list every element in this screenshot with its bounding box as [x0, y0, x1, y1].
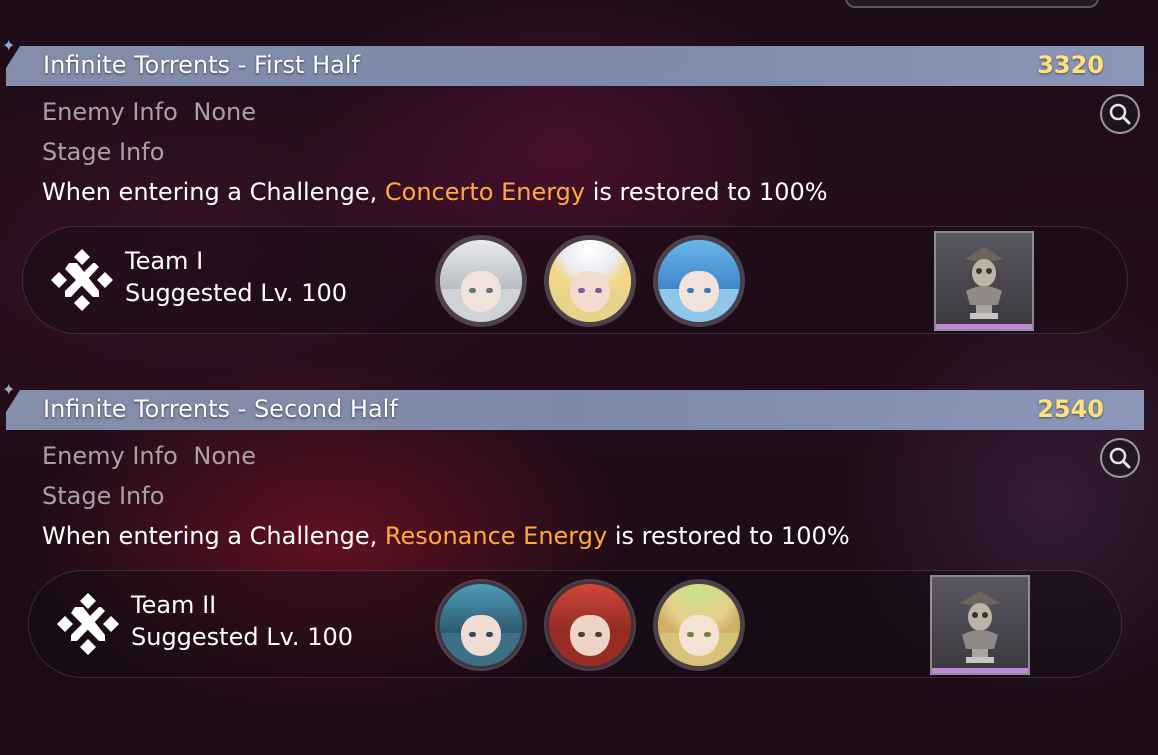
- stage-score: 2540: [1037, 395, 1104, 423]
- stage-info-highlight: Concerto Energy: [384, 178, 586, 206]
- pirate-bust-trophy-icon: [960, 591, 1000, 663]
- enemy-info-label: Enemy Info: [42, 442, 178, 470]
- stage-section-second-half: ✦ Infinite Torrents - Second Half 2540 E…: [0, 380, 1158, 690]
- character-avatar-white-hair[interactable]: [437, 237, 525, 325]
- search-icon: [1109, 103, 1131, 125]
- stage-info-text-post: is restored to 100%: [585, 178, 828, 206]
- team-emblem-icon: [57, 593, 119, 655]
- rarity-bar: [932, 668, 1028, 673]
- character-avatar-teal-hair[interactable]: [437, 581, 525, 669]
- enemy-info-value: None: [193, 442, 257, 470]
- enemy-info-row: Enemy Info None: [42, 442, 256, 470]
- team-card[interactable]: Team II Suggested Lv. 100: [28, 570, 1122, 678]
- stage-title: Infinite Torrents - Second Half: [43, 395, 398, 423]
- search-button[interactable]: [1100, 438, 1140, 478]
- stage-info-highlight: Resonance Energy: [384, 522, 608, 550]
- enemy-info-row: Enemy Info None: [42, 98, 256, 126]
- stage-title: Infinite Torrents - First Half: [43, 51, 360, 79]
- top-pill-button[interactable]: [845, 0, 1099, 8]
- team-name: Team II: [131, 591, 217, 619]
- reward-item[interactable]: [934, 231, 1034, 331]
- search-icon: [1109, 447, 1131, 469]
- character-avatar-green-bow[interactable]: [655, 581, 743, 669]
- team-card[interactable]: Team I Suggested Lv. 100: [22, 226, 1128, 334]
- team-emblem-icon: [51, 249, 113, 311]
- stage-info-text: When entering a Challenge, Concerto Ener…: [42, 178, 828, 206]
- enemy-info-label: Enemy Info: [42, 98, 178, 126]
- rarity-bar: [936, 324, 1032, 329]
- stage-info-text-pre: When entering a Challenge,: [42, 522, 385, 550]
- stage-info-label: Stage Info: [42, 138, 165, 166]
- character-avatar-blue-hair[interactable]: [655, 237, 743, 325]
- enemy-info-value: None: [193, 98, 257, 126]
- stage-info-label: Stage Info: [42, 482, 165, 510]
- stage-info-text-post: is restored to 100%: [607, 522, 850, 550]
- suggested-level: Suggested Lv. 100: [131, 623, 353, 651]
- stage-info-text-pre: When entering a Challenge,: [42, 178, 385, 206]
- character-avatar-red-hair[interactable]: [546, 581, 634, 669]
- stage-score: 3320: [1037, 51, 1104, 79]
- pirate-bust-trophy-icon: [964, 247, 1004, 319]
- stage-section-first-half: ✦ Infinite Torrents - First Half 3320 En…: [0, 36, 1158, 346]
- stage-info-text: When entering a Challenge, Resonance Ene…: [42, 522, 850, 550]
- character-avatar-blonde-hat[interactable]: [546, 237, 634, 325]
- team-name: Team I: [125, 247, 204, 275]
- reward-item[interactable]: [930, 575, 1030, 675]
- search-button[interactable]: [1100, 94, 1140, 134]
- suggested-level: Suggested Lv. 100: [125, 279, 347, 307]
